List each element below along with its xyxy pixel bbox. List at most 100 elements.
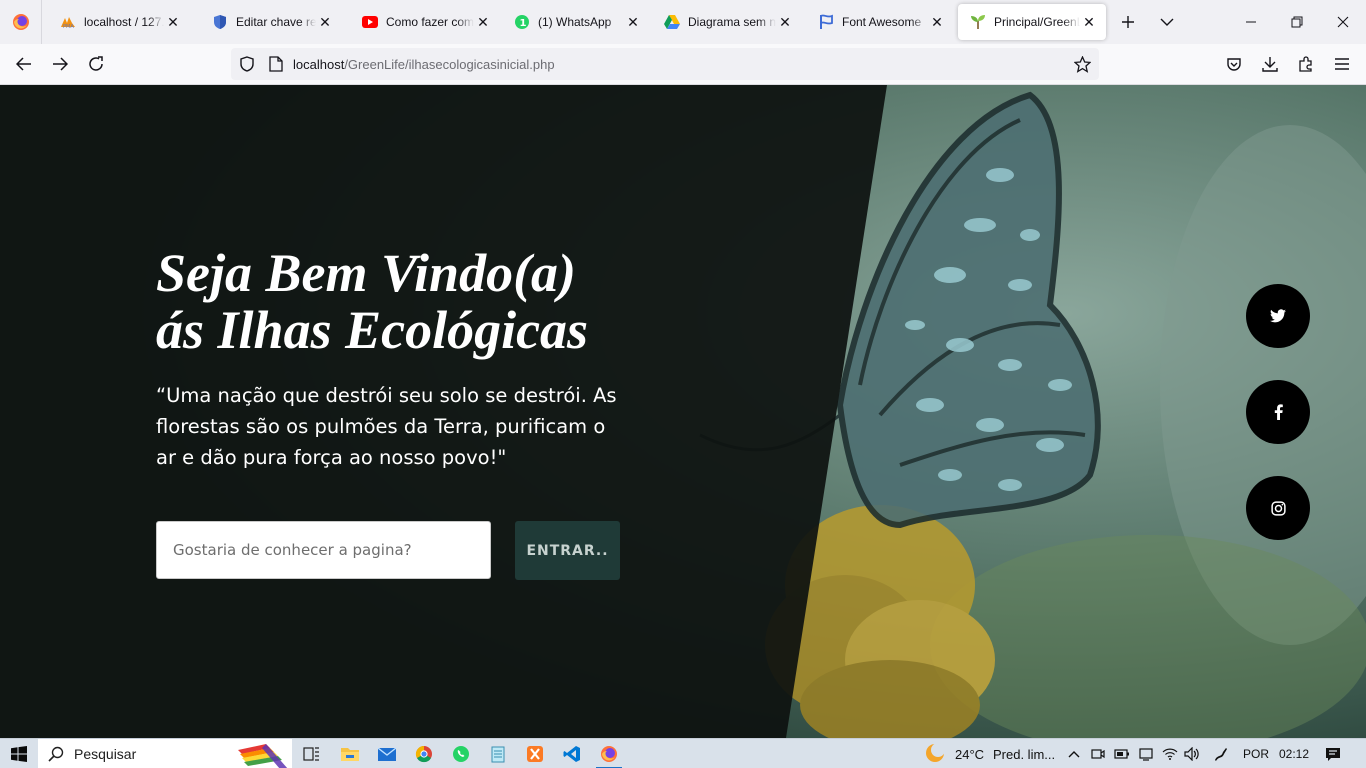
notifications-icon[interactable] — [1324, 745, 1342, 763]
tab-title: Font Awesome — [842, 15, 922, 29]
extensions-button[interactable] — [1290, 48, 1322, 80]
close-tab-icon[interactable]: ✕ — [166, 14, 180, 30]
greenlife-page: Seja Bem Vindo(a) ás Ilhas Ecológicas “U… — [0, 85, 1366, 738]
weather-temperature[interactable]: 24°C — [955, 739, 984, 768]
windows-taskbar: Pesquisar 24°C Pred. lim... POR 02:12 — [0, 738, 1366, 768]
address-bar[interactable]: localhost/GreenLife/ilhasecologicasinici… — [231, 48, 1099, 80]
windows-logo-icon — [11, 746, 27, 762]
notepad-icon — [491, 746, 505, 763]
search-label: Pesquisar — [74, 746, 137, 762]
minimize-button[interactable] — [1228, 0, 1274, 44]
bookmark-star-icon[interactable] — [1074, 55, 1091, 73]
search-highlight-icon — [238, 744, 288, 768]
notepad-app[interactable] — [483, 741, 513, 767]
tab-title: Principal/GreenLife — [994, 15, 1080, 29]
close-tab-icon[interactable]: ✕ — [626, 14, 640, 30]
folder-icon — [341, 748, 359, 761]
task-view-icon — [303, 747, 319, 761]
weather-icon[interactable] — [924, 742, 946, 764]
url-text[interactable]: localhost/GreenLife/ilhasecologicasinici… — [293, 57, 555, 72]
tab-youtube[interactable]: Como fazer com o ✕ — [350, 4, 500, 40]
meet-now-icon[interactable] — [1089, 745, 1107, 763]
restore-button[interactable] — [1274, 0, 1320, 44]
arrow-right-icon — [53, 57, 68, 71]
close-tab-icon[interactable]: ✕ — [476, 14, 490, 30]
start-button[interactable] — [0, 739, 38, 768]
volume-icon[interactable] — [1183, 745, 1201, 763]
svg-text:1: 1 — [520, 18, 527, 29]
pocket-icon — [1227, 57, 1241, 71]
show-hidden-icons-chevron-up-icon[interactable] — [1065, 745, 1083, 763]
close-tab-icon[interactable]: ✕ — [318, 14, 332, 30]
downloads-button[interactable] — [1254, 48, 1286, 80]
weather-description[interactable]: Pred. lim... — [993, 739, 1055, 768]
whatsapp-icon — [453, 746, 469, 762]
file-explorer-app[interactable] — [335, 741, 365, 767]
tab-phpmyadmin[interactable]: PMA localhost / 127.0.0.1 ✕ — [48, 4, 190, 40]
pen-input-icon[interactable] — [1212, 745, 1230, 763]
tab-recaptcha[interactable]: Editar chave reCAPTCHA ✕ — [200, 4, 342, 40]
tab-title: Como fazer com o — [386, 15, 474, 29]
facebook-icon — [1274, 404, 1283, 420]
whatsapp-app[interactable] — [446, 741, 476, 767]
page-info-icon[interactable] — [269, 56, 283, 72]
tracking-protection-shield-icon[interactable] — [239, 56, 255, 72]
taskbar-search-box[interactable]: Pesquisar — [38, 739, 292, 768]
instagram-button[interactable] — [1246, 476, 1310, 540]
wifi-icon[interactable] — [1161, 745, 1179, 763]
firefox-app[interactable] — [594, 741, 624, 768]
tab-title: localhost / 127.0.0.1 — [84, 15, 164, 29]
twitter-button[interactable] — [1246, 284, 1310, 348]
task-view-button[interactable] — [297, 741, 327, 767]
close-tab-icon[interactable]: ✕ — [930, 14, 944, 30]
app-menu-button[interactable] — [1326, 48, 1358, 80]
facebook-button[interactable] — [1246, 380, 1310, 444]
tab-google-drive[interactable]: Diagrama sem nome ✕ — [652, 4, 802, 40]
hero-quote: “Uma nação que destrói seu solo se destr… — [156, 384, 617, 469]
tab-font-awesome[interactable]: Font Awesome ✕ — [806, 4, 954, 40]
close-icon — [1337, 16, 1349, 28]
vscode-app[interactable] — [557, 741, 587, 767]
reload-button[interactable] — [80, 48, 112, 80]
browser-nav-bar: localhost/GreenLife/ilhasecologicasinici… — [0, 44, 1366, 85]
hero-title-line-2: ás Ilhas Ecológicas — [156, 300, 589, 360]
browser-tab-strip: PMA localhost / 127.0.0.1 ✕ Editar chave… — [0, 0, 1366, 44]
hamburger-menu-icon — [1335, 58, 1349, 70]
pocket-button[interactable] — [1218, 48, 1250, 80]
forward-button[interactable] — [44, 48, 76, 80]
vscode-icon — [563, 746, 580, 762]
clock-time[interactable]: 02:12 — [1279, 739, 1309, 768]
display-icon[interactable] — [1137, 745, 1155, 763]
shield-icon — [212, 14, 228, 30]
enter-button[interactable]: ENTRAR.. — [515, 521, 620, 580]
tab-title: (1) WhatsApp — [538, 15, 612, 29]
battery-icon[interactable] — [1113, 745, 1131, 763]
tab-greenlife[interactable]: Principal/GreenLife ✕ — [958, 4, 1106, 40]
url-path: /GreenLife/ilhasecologicasinicial.php — [344, 56, 555, 72]
back-button[interactable] — [8, 48, 40, 80]
twitter-icon — [1270, 309, 1286, 323]
search-icon — [48, 746, 64, 762]
restore-icon — [1291, 16, 1303, 28]
tab-whatsapp[interactable]: 1 (1) WhatsApp ✕ — [502, 4, 650, 40]
close-tab-icon[interactable]: ✕ — [778, 14, 792, 30]
puzzle-icon — [1299, 56, 1312, 72]
close-tab-icon[interactable]: ✕ — [1082, 14, 1096, 30]
chrome-icon — [415, 745, 432, 763]
firefox-view-button[interactable] — [0, 0, 42, 44]
chrome-app[interactable] — [409, 741, 439, 767]
firefox-icon — [12, 14, 29, 30]
phpmyadmin-icon: PMA — [60, 14, 76, 30]
chevron-down-icon — [1160, 18, 1174, 26]
plus-icon — [1122, 16, 1134, 28]
new-tab-button[interactable] — [1111, 0, 1145, 44]
list-all-tabs-button[interactable] — [1150, 0, 1184, 44]
xampp-app[interactable] — [520, 741, 550, 767]
reload-icon — [89, 56, 103, 71]
close-window-button[interactable] — [1320, 0, 1366, 44]
input-language[interactable]: POR — [1243, 739, 1269, 768]
hero-title: Seja Bem Vindo(a) ás Ilhas Ecológicas — [156, 245, 676, 359]
url-host: localhost — [293, 56, 345, 72]
mail-app[interactable] — [372, 741, 402, 767]
visit-question-input[interactable] — [156, 521, 491, 579]
